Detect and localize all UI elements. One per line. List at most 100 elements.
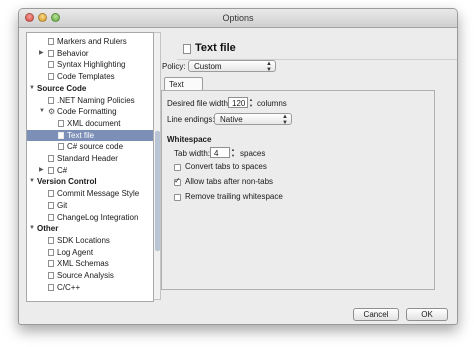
policy-value: Custom	[194, 62, 222, 71]
desired-width-input[interactable]: 120	[228, 97, 248, 108]
sidebar-item[interactable]: Syntax Highlighting	[27, 59, 153, 70]
sidebar-item[interactable]: Git	[27, 200, 153, 211]
tab-width-input[interactable]: 4	[210, 147, 230, 158]
file-icon	[48, 49, 54, 57]
sidebar-item[interactable]: Code Templates	[27, 71, 153, 82]
file-icon	[48, 260, 54, 268]
sidebar-item[interactable]: Standard Header	[27, 153, 153, 164]
desired-width-suffix: columns	[257, 99, 287, 108]
sidebar-item[interactable]: ▶ Behavior	[27, 48, 153, 59]
tab-text-style[interactable]: Text Style	[164, 77, 203, 98]
page-title: Text file	[195, 42, 236, 54]
file-icon	[48, 155, 54, 162]
sidebar-item-label: Text file	[67, 130, 95, 140]
sidebar-item[interactable]: Commit Message Style	[27, 188, 153, 199]
file-icon	[58, 143, 64, 151]
file-icon	[48, 96, 54, 104]
file-icon	[48, 236, 54, 244]
tab-width-stepper[interactable]: ▲ ▼	[230, 147, 236, 159]
sidebar-item-label: C#	[57, 165, 68, 175]
sidebar-item-label: Commit Message Style	[57, 189, 140, 199]
file-icon	[48, 272, 54, 279]
sidebar-item[interactable]: Text file	[27, 129, 153, 141]
file-icon	[48, 73, 54, 81]
sidebar-item[interactable]: .NET Naming Policies	[27, 95, 153, 106]
sidebar-item[interactable]: Log Agent	[27, 247, 153, 258]
sidebar-item[interactable]: SDK Locations	[27, 235, 153, 246]
ok-button[interactable]: OK	[406, 308, 448, 321]
line-endings-label: Line endings:	[167, 115, 215, 124]
disclosure-down-icon[interactable]: ▼	[29, 83, 35, 94]
file-icon	[48, 190, 54, 198]
remove-trailing-checkbox[interactable]	[174, 194, 181, 201]
disclosure-right-icon[interactable]: ▶	[39, 165, 44, 176]
sidebar-item-label: C/C++	[57, 282, 81, 292]
remove-trailing-label: Remove trailing whitespace	[185, 192, 283, 201]
sidebar-item-label: Syntax Highlighting	[57, 60, 126, 70]
sidebar-item[interactable]: ▼ Other	[27, 223, 153, 234]
sidebar-item-label: Source Code	[37, 83, 87, 93]
sidebar-item-label: ChangeLog Integration	[57, 212, 139, 222]
updown-arrows-icon: ▲ ▼	[266, 61, 272, 73]
options-tree[interactable]: Markers and Rulers ▶ Behavior Syntax Highli…	[26, 32, 154, 302]
sidebar-item-label: Git	[57, 200, 68, 210]
line-endings-select[interactable]: Native ▲ ▼	[214, 113, 292, 126]
tab-width-suffix: spaces	[240, 149, 266, 158]
file-icon	[48, 38, 54, 45]
policy-select[interactable]: Custom ▲ ▼	[188, 60, 276, 73]
sidebar-item-label: Source Analysis	[57, 271, 114, 280]
sidebar-item[interactable]: ▼ ⚙ Code Formatting	[27, 106, 153, 117]
tree-scrollbar[interactable]	[154, 32, 161, 300]
sidebar-item-label: Behavior	[57, 48, 89, 58]
sidebar-item[interactable]: Source Analysis	[27, 270, 153, 281]
gear-icon: ⚙	[48, 107, 56, 117]
sidebar-item[interactable]: XML Schemas	[27, 258, 153, 269]
file-icon	[48, 201, 54, 209]
whitespace-heading: Whitespace	[167, 135, 212, 144]
disclosure-right-icon[interactable]: ▶	[39, 48, 44, 59]
desired-width-value: 120	[232, 99, 246, 108]
text-file-icon	[183, 44, 191, 54]
file-icon	[48, 61, 54, 69]
sidebar-item-label: XML Schemas	[57, 259, 109, 269]
sidebar-item[interactable]: ▼ Version Control	[27, 176, 153, 187]
tree-scrollbar-thumb[interactable]	[155, 131, 160, 251]
sidebar-item-label: Markers and Rulers	[57, 37, 127, 46]
desired-width-label: Desired file width:	[167, 99, 231, 108]
line-endings-value: Native	[220, 115, 243, 124]
sidebar-item-label: C# source code	[67, 142, 124, 152]
disclosure-down-icon[interactable]: ▼	[39, 106, 45, 117]
file-icon	[48, 166, 54, 174]
title-bar[interactable]: Options	[19, 9, 457, 28]
policy-label: Policy:	[162, 62, 186, 71]
sidebar-item-label: Standard Header	[57, 154, 118, 163]
sidebar-item[interactable]: ▶ C#	[27, 165, 153, 176]
disclosure-down-icon[interactable]: ▼	[29, 223, 35, 234]
file-icon	[48, 213, 54, 221]
cancel-button[interactable]: Cancel	[353, 308, 399, 321]
file-icon	[58, 119, 64, 127]
sidebar-item[interactable]: C/C++	[27, 282, 153, 293]
convert-tabs-checkbox[interactable]	[174, 164, 181, 171]
sidebar-item-label: .NET Naming Policies	[57, 95, 135, 105]
disclosure-down-icon[interactable]: ▼	[29, 176, 35, 187]
sidebar-item[interactable]: XML document	[27, 118, 153, 129]
sidebar-item-label: SDK Locations	[57, 235, 110, 245]
sidebar-item[interactable]: C# source code	[27, 141, 153, 152]
file-icon	[58, 131, 64, 139]
desired-width-stepper[interactable]: ▲ ▼	[248, 97, 254, 109]
sidebar-item-label: Other	[37, 224, 59, 234]
file-icon	[48, 283, 54, 291]
updown-arrows-icon: ▲ ▼	[282, 114, 288, 126]
sidebar-item-label: Version Control	[37, 177, 97, 187]
sidebar-item[interactable]: ChangeLog Integration	[27, 212, 153, 223]
sidebar-item-label: Code Templates	[57, 72, 115, 82]
sidebar-item-label: Log Agent	[57, 247, 94, 257]
tab-width-label: Tab width:	[174, 149, 211, 158]
text-style-panel: Desired file width: 120 ▲ ▼ columns Line …	[161, 90, 435, 290]
sidebar-item[interactable]: ▼ Source Code	[27, 83, 153, 94]
sidebar-item-label: XML document	[67, 118, 121, 128]
window-title: Options	[222, 13, 254, 23]
allow-tabs-checkbox[interactable]	[174, 176, 181, 186]
sidebar-item[interactable]: Markers and Rulers	[27, 36, 153, 47]
